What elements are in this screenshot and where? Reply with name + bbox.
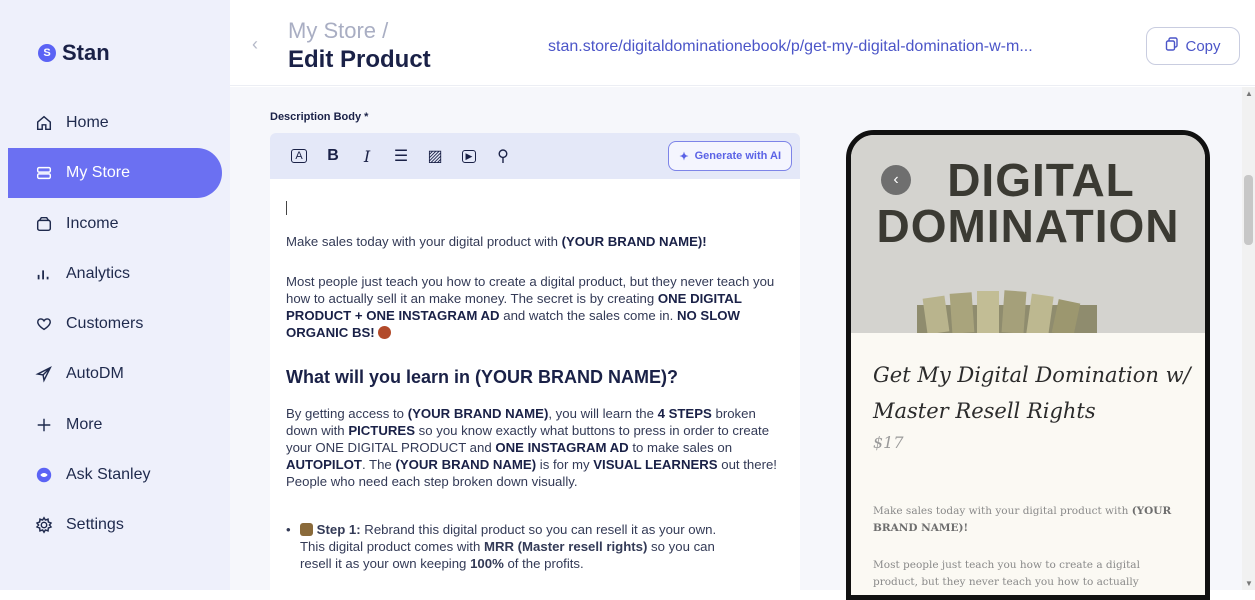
copy-label: Copy	[1185, 37, 1221, 55]
sidebar: S Stan Home My Store Income Analytics Cu…	[0, 0, 230, 590]
sidebar-item-label: AutoDM	[66, 365, 124, 383]
sidebar-item-settings[interactable]: Settings	[8, 500, 222, 550]
sidebar-item-label: Analytics	[66, 264, 131, 282]
phone-preview: ‹ DIGITAL DOMINATION Get My Digital Domi…	[846, 130, 1210, 600]
editor-toolbar: A B I ☰ ▨ ▶ ⚲ ✦ Generate with AI	[270, 133, 800, 179]
sidebar-item-home[interactable]: Home	[8, 98, 222, 148]
generate-with-ai-button[interactable]: ✦ Generate with AI	[668, 141, 792, 171]
bullet-dot: •	[286, 522, 291, 537]
send-icon	[34, 364, 54, 384]
generate-label: Generate with AI	[694, 150, 781, 162]
wallet-icon	[34, 214, 54, 234]
sidebar-item-label: My Store	[66, 164, 131, 182]
copy-icon	[1165, 37, 1179, 55]
image-icon[interactable]: ▨	[420, 141, 450, 171]
list-item: • Step 1: Rebrand this digital product s…	[286, 522, 717, 571]
hero-title-line2: DOMINATION	[876, 200, 1180, 252]
video-icon[interactable]: ▶	[454, 141, 484, 171]
home-icon	[34, 113, 54, 133]
sidebar-item-autodm[interactable]: AutoDM	[8, 349, 222, 399]
sidebar-item-label: Ask Stanley	[66, 466, 151, 484]
product-hero-image: ‹ DIGITAL DOMINATION	[851, 135, 1205, 333]
scrollbar[interactable]: ▲ ▼	[1242, 87, 1255, 590]
sidebar-item-label: Settings	[66, 516, 124, 534]
store-url[interactable]: stan.store/digitaldominationebook/p/get-…	[548, 38, 1033, 56]
logo-text: Stan	[62, 40, 110, 65]
back-chevron-icon[interactable]: ‹	[252, 34, 258, 55]
list-icon[interactable]: ☰	[386, 141, 416, 171]
preview-paragraph: Most people just teach you how to create…	[873, 559, 1140, 588]
sidebar-item-more[interactable]: More	[8, 400, 222, 450]
product-title: Get My Digital Domination w/ Master Rese…	[873, 363, 1191, 423]
logo-mark: S	[38, 44, 56, 62]
bold-icon[interactable]: B	[318, 141, 348, 171]
sidebar-item-customers[interactable]: Customers	[8, 299, 222, 349]
description-editor[interactable]: Make sales today with your digital produ…	[270, 179, 800, 590]
page-title: Edit Product	[288, 46, 431, 73]
sidebar-item-label: Income	[66, 214, 119, 232]
sidebar-item-income[interactable]: Income	[8, 199, 222, 249]
sidebar-item-label: More	[66, 415, 103, 433]
italic-icon[interactable]: I	[352, 141, 382, 171]
sidebar-item-my-store[interactable]: My Store	[8, 148, 222, 199]
sidebar-nav: Home My Store Income Analytics Customers…	[8, 98, 222, 551]
scroll-up-icon[interactable]: ▲	[1245, 89, 1253, 98]
product-price: $17	[873, 433, 904, 452]
preview-paragraph: Make sales today with your digital produ…	[873, 505, 1172, 534]
link-icon[interactable]: ⚲	[488, 141, 518, 171]
text-caret	[286, 201, 287, 215]
cat-emoji-icon	[300, 523, 313, 536]
sidebar-item-label: Home	[66, 114, 109, 131]
scroll-down-icon[interactable]: ▼	[1245, 579, 1253, 588]
logo[interactable]: S Stan	[38, 40, 110, 66]
stanley-icon	[34, 465, 54, 485]
sidebar-item-ask-stanley[interactable]: Ask Stanley	[8, 450, 222, 500]
paragraph-pitch: Most people just teach you how to create…	[286, 274, 775, 340]
analytics-icon	[34, 264, 54, 284]
money-image	[917, 290, 1097, 333]
emoji-icon	[378, 326, 392, 339]
description-label: Description Body *	[270, 111, 369, 123]
section-heading: What will you learn in (YOUR BRAND NAME)…	[286, 367, 679, 387]
scroll-thumb[interactable]	[1244, 175, 1253, 245]
gear-icon	[34, 515, 54, 535]
store-icon	[34, 163, 54, 183]
copy-button[interactable]: Copy	[1146, 27, 1240, 65]
heart-icon	[34, 314, 54, 334]
paragraph-intro: Make sales today with your digital produ…	[286, 234, 707, 249]
sidebar-item-label: Customers	[66, 315, 144, 333]
sparkle-icon: ✦	[679, 150, 689, 163]
breadcrumb[interactable]: My Store /	[288, 18, 388, 44]
text-style-icon[interactable]: A	[284, 141, 314, 171]
paragraph-learn: By getting access to (YOUR BRAND NAME), …	[286, 406, 777, 489]
plus-icon	[34, 415, 54, 435]
sidebar-item-analytics[interactable]: Analytics	[8, 249, 222, 299]
editor-panel: Description Body * A B I ☰ ▨ ▶ ⚲ ✦ Gener…	[230, 87, 810, 590]
header: ‹ My Store / Edit Product stan.store/dig…	[230, 0, 1255, 86]
